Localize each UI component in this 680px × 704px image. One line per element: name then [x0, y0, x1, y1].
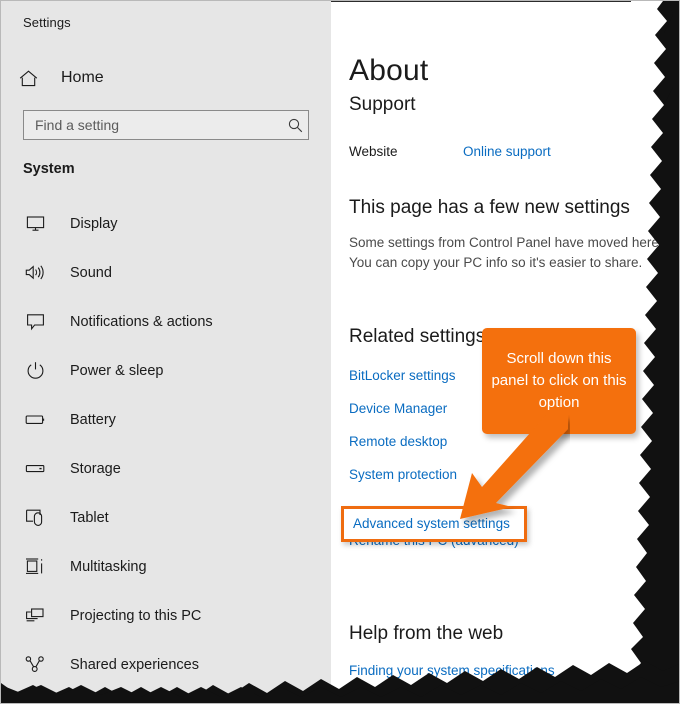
- multitasking-icon: [23, 555, 47, 579]
- new-settings-heading: This page has a few new settings: [349, 197, 630, 218]
- sidebar-item-label: Tablet: [70, 509, 109, 526]
- sidebar-item-multitasking[interactable]: Multitasking: [1, 542, 331, 591]
- speaker-icon: [23, 261, 47, 285]
- advanced-system-settings-highlight[interactable]: Advanced system settings: [341, 506, 527, 542]
- sidebar-item-label: Multitasking: [70, 558, 147, 575]
- search-icon: [282, 118, 308, 133]
- sidebar-item-sound[interactable]: Sound: [1, 248, 331, 297]
- sidebar-item-label: Projecting to this PC: [70, 607, 202, 624]
- sidebar-item-notifications[interactable]: Notifications & actions: [1, 297, 331, 346]
- online-support-link[interactable]: Online support: [463, 144, 551, 159]
- notification-bubble-icon: [23, 310, 47, 334]
- sidebar-item-label: Display: [70, 215, 118, 232]
- top-divider: [331, 1, 631, 2]
- sidebar-item-label: Notifications & actions: [70, 313, 213, 330]
- app-title: Settings: [23, 15, 71, 30]
- new-settings-body: Some settings from Control Panel have mo…: [349, 235, 663, 270]
- support-heading: Support: [349, 94, 416, 115]
- related-link-advanced-system-settings[interactable]: Advanced system settings: [344, 509, 524, 539]
- tablet-hand-icon: [23, 506, 47, 530]
- sidebar-item-label: Battery: [70, 411, 116, 428]
- sidebar-item-tablet[interactable]: Tablet: [1, 493, 331, 542]
- sidebar-item-shared-experiences[interactable]: Shared experiences: [1, 640, 331, 689]
- shared-experiences-icon: [23, 653, 47, 677]
- sidebar-item-battery[interactable]: Battery: [1, 395, 331, 444]
- instruction-callout: Scroll down this panel to click on this …: [482, 328, 636, 434]
- settings-sidebar: Settings Home System: [1, 1, 331, 703]
- instruction-callout-text: Scroll down this panel to click on this …: [491, 350, 627, 411]
- sidebar-item-label: Power & sleep: [70, 362, 164, 379]
- search-box[interactable]: [23, 110, 309, 140]
- website-label: Website: [349, 144, 398, 159]
- storage-drive-icon: [23, 457, 47, 481]
- related-link-system-protection[interactable]: System protection: [349, 458, 649, 491]
- search-input[interactable]: [24, 111, 282, 139]
- sidebar-section-label: System: [23, 161, 75, 177]
- page-title: About: [349, 54, 429, 87]
- monitor-icon: [23, 212, 47, 236]
- related-settings-heading: Related settings: [349, 326, 486, 347]
- sidebar-item-display[interactable]: Display: [1, 199, 331, 248]
- help-from-web-heading: Help from the web: [349, 623, 504, 644]
- sidebar-item-label: Shared experiences: [70, 656, 199, 673]
- projecting-screens-icon: [23, 604, 47, 628]
- battery-icon: [23, 408, 47, 432]
- help-from-web-link[interactable]: Finding your system specifications: [349, 663, 555, 678]
- sidebar-item-home[interactable]: Home: [19, 64, 104, 92]
- website-row: Website Online support: [349, 144, 551, 159]
- sidebar-item-label: Sound: [70, 264, 112, 281]
- sidebar-item-label: Storage: [70, 460, 121, 477]
- sidebar-item-home-label: Home: [61, 69, 104, 86]
- sidebar-item-storage[interactable]: Storage: [1, 444, 331, 493]
- home-icon: [19, 67, 45, 89]
- settings-about-screenshot: Settings Home System: [0, 0, 680, 704]
- sidebar-item-projecting[interactable]: Projecting to this PC: [1, 591, 331, 640]
- sidebar-item-power-sleep[interactable]: Power & sleep: [1, 346, 331, 395]
- power-icon: [23, 359, 47, 383]
- sidebar-nav-list: Display Sound Notifications & actions Po…: [1, 199, 331, 689]
